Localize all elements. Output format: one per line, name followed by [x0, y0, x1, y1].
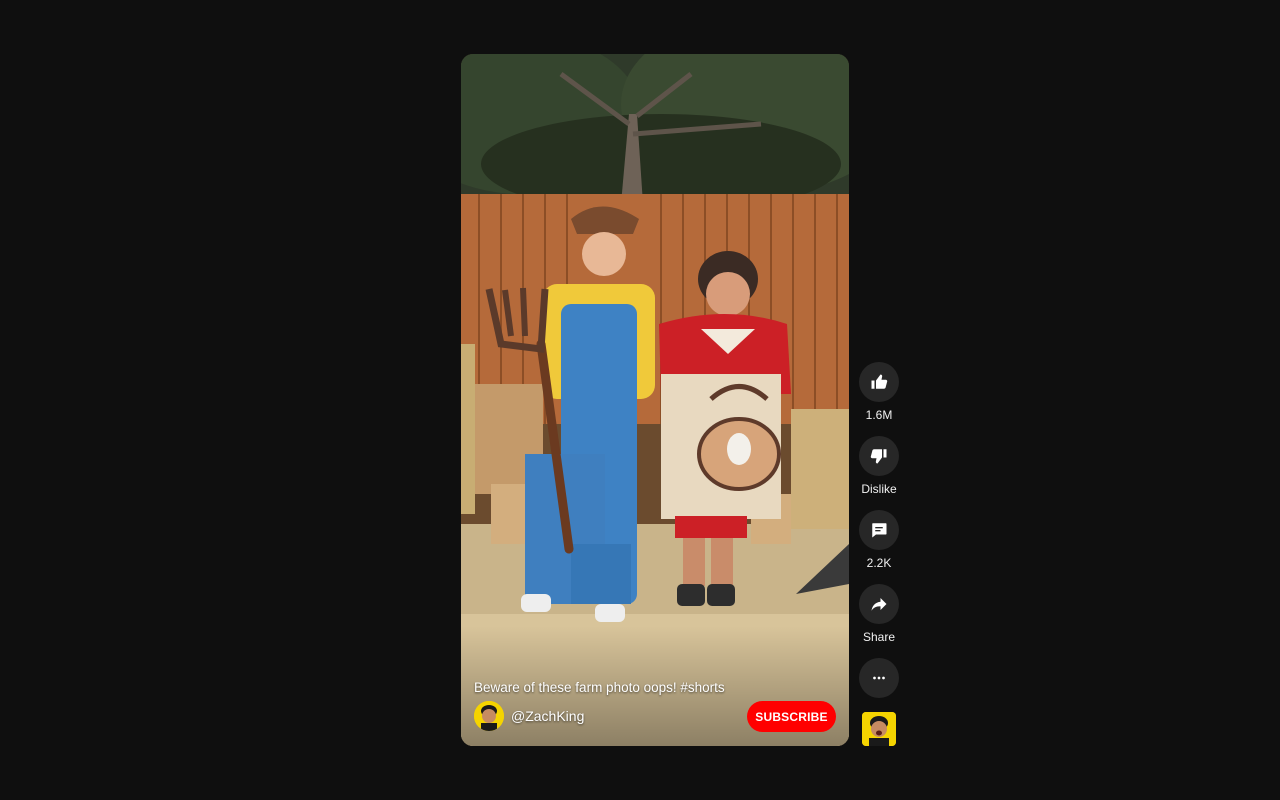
share-icon: [871, 598, 887, 611]
dislike-action: Dislike: [855, 436, 903, 496]
like-button[interactable]: [859, 362, 899, 402]
short-video-player[interactable]: Beware of these farm photo oops! #shorts…: [461, 54, 849, 746]
share-label: Share: [862, 630, 896, 644]
comment-count: 2.2K: [866, 556, 892, 570]
like-count: 1.6M: [865, 408, 893, 422]
comments-button[interactable]: [859, 510, 899, 550]
avatar-face-icon: [474, 701, 504, 731]
share-button[interactable]: [859, 584, 899, 624]
like-action: 1.6M: [855, 362, 903, 422]
comment-icon: [872, 523, 887, 538]
more-options-button[interactable]: [859, 658, 899, 698]
channel-handle[interactable]: @ZachKing: [511, 708, 584, 724]
dislike-button[interactable]: [859, 436, 899, 476]
thumbs-up-icon: [871, 374, 888, 389]
channel-avatar[interactable]: [474, 701, 504, 731]
thumbs-down-icon: [870, 449, 887, 464]
channel-thumbnail-icon: [862, 712, 896, 746]
shorts-player-page: Beware of these farm photo oops! #shorts…: [0, 0, 1280, 800]
subscribe-button[interactable]: SUBSCRIBE: [747, 701, 836, 732]
more-horizontal-icon: [873, 676, 885, 680]
share-action: Share: [855, 584, 903, 644]
video-caption: Beware of these farm photo oops! #shorts: [474, 680, 725, 695]
channel-row: @ZachKing: [474, 700, 584, 732]
dislike-label: Dislike: [861, 482, 897, 496]
sound-channel-thumbnail[interactable]: [862, 712, 896, 746]
comments-action: 2.2K: [855, 510, 903, 570]
more-action: [855, 658, 903, 698]
